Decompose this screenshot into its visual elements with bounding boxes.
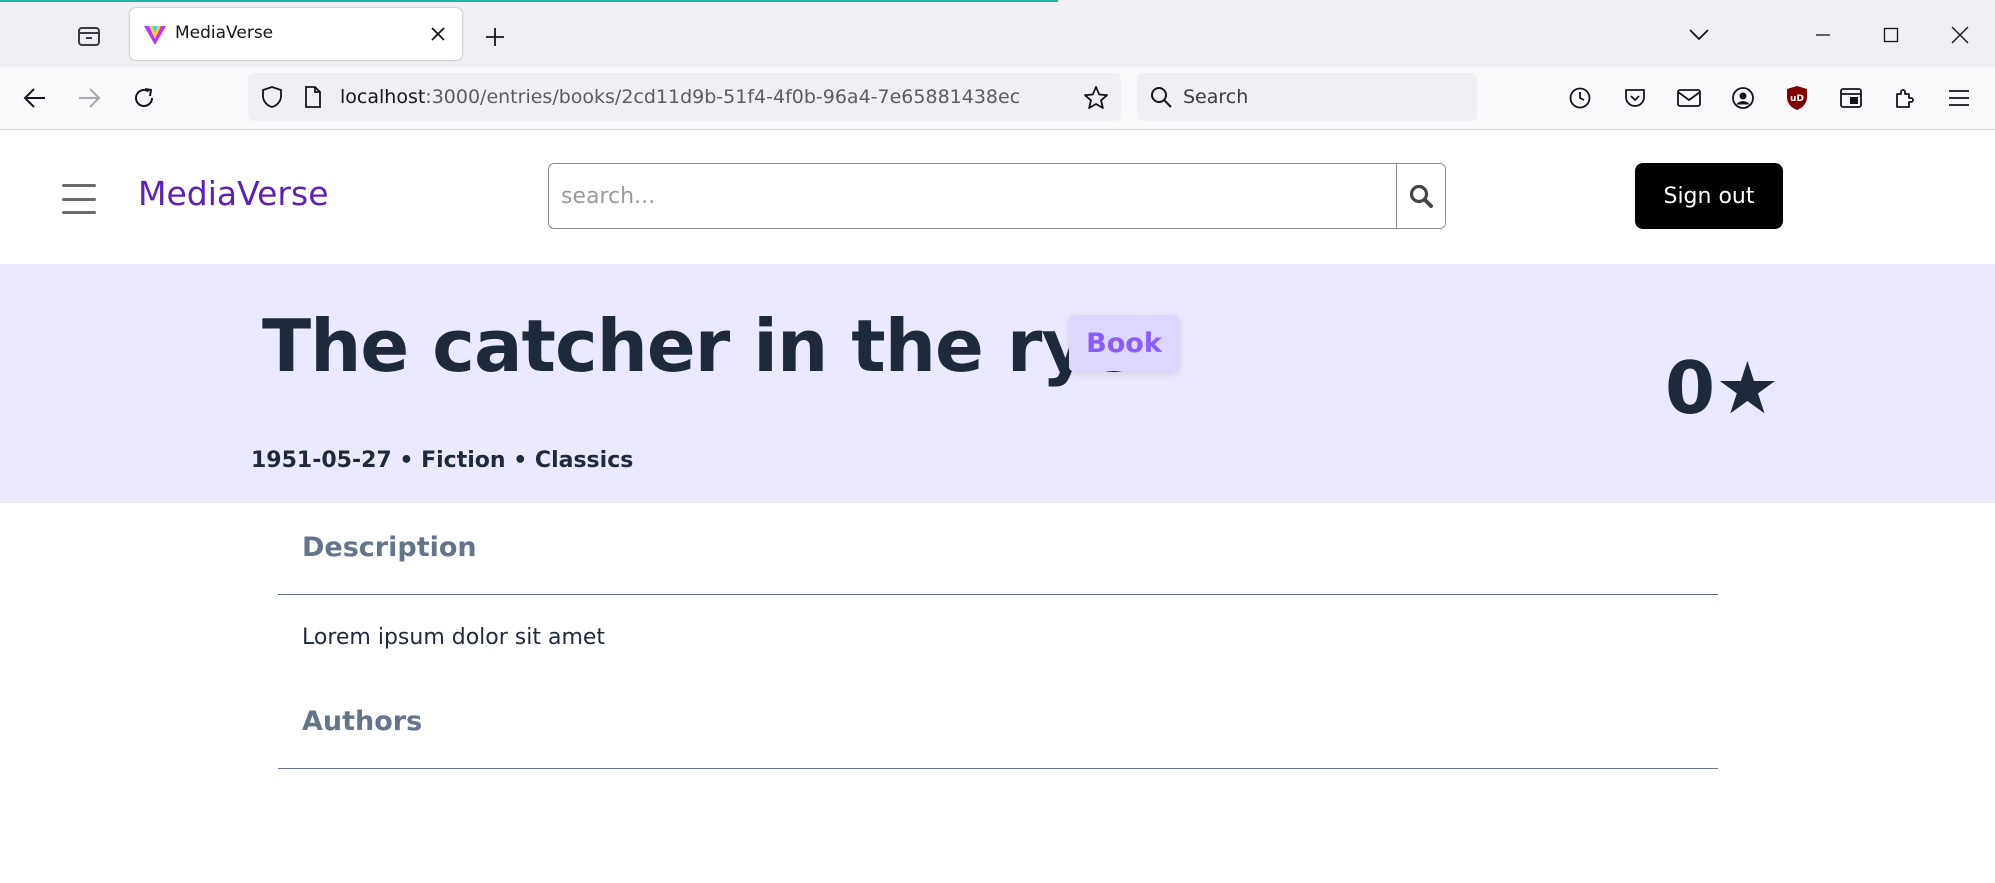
list-all-tabs-button[interactable] — [1684, 22, 1714, 48]
forward-button[interactable] — [71, 81, 107, 115]
browser-tab-active[interactable]: MediaVerse — [130, 8, 462, 60]
puzzle-icon[interactable] — [1889, 82, 1921, 114]
chevron-down-icon — [1689, 29, 1709, 41]
history-icon[interactable] — [1564, 82, 1596, 114]
hamburger-menu-icon[interactable] — [62, 184, 98, 214]
authors-divider — [278, 768, 1718, 769]
star-icon[interactable] — [1083, 85, 1109, 115]
authors-heading: Authors — [302, 706, 423, 737]
minimize-button[interactable] — [1808, 20, 1838, 50]
maximize-icon — [1883, 27, 1899, 43]
browser-navbar: localhost:3000/entries/books/2cd11d9b-51… — [0, 67, 1995, 130]
account-icon[interactable] — [1727, 82, 1759, 114]
reload-button[interactable] — [126, 81, 162, 115]
shield-icon[interactable] — [260, 85, 284, 113]
description-text: Lorem ipsum dolor sit amet — [302, 625, 606, 650]
description-divider — [278, 594, 1718, 595]
window-close-button[interactable] — [1945, 20, 1975, 50]
browser-search-placeholder: Search — [1183, 86, 1249, 108]
url-text[interactable]: localhost:3000/entries/books/2cd11d9b-51… — [340, 86, 1020, 108]
menu-icon[interactable] — [1943, 82, 1975, 114]
reload-icon — [135, 88, 153, 107]
maximize-button[interactable] — [1876, 20, 1906, 50]
search-icon — [1150, 86, 1172, 112]
browser-search-bar[interactable]: Search — [1137, 73, 1477, 121]
url-host: localhost — [340, 86, 426, 108]
close-icon — [1951, 26, 1969, 44]
mail-icon[interactable] — [1673, 82, 1705, 114]
mediaverse-logo-icon — [143, 23, 167, 47]
entry-rating: 0★ — [1665, 346, 1780, 430]
new-tab-button[interactable] — [480, 22, 510, 52]
description-heading: Description — [302, 532, 477, 563]
back-button[interactable] — [17, 81, 53, 115]
close-icon[interactable] — [426, 22, 450, 46]
minimize-icon — [1816, 34, 1830, 36]
entry-type-badge: Book — [1069, 315, 1179, 371]
tab-title: MediaVerse — [175, 23, 274, 43]
plus-icon — [486, 28, 504, 46]
search-input[interactable] — [549, 164, 1399, 228]
page-load-progress — [0, 0, 1058, 2]
svg-text:uD: uD — [1790, 94, 1804, 104]
page-icon[interactable] — [303, 86, 323, 112]
brand-logo[interactable]: MediaVerse — [138, 174, 329, 213]
browser-tabbar: MediaVerse — [0, 0, 1995, 67]
container-icon[interactable] — [1835, 82, 1867, 114]
address-bar[interactable]: localhost:3000/entries/books/2cd11d9b-51… — [248, 73, 1121, 121]
site-header: MediaVerse Sign out — [0, 130, 1995, 264]
arrow-right-icon — [79, 88, 101, 108]
tab-overview-icon[interactable] — [74, 22, 104, 50]
search-icon — [1409, 184, 1433, 208]
sign-out-button[interactable]: Sign out — [1635, 163, 1783, 229]
search-button[interactable] — [1396, 164, 1445, 228]
arrow-left-icon — [23, 88, 45, 108]
site-search — [548, 163, 1446, 229]
entry-meta: 1951-05-27 • Fiction • Classics — [251, 448, 634, 473]
entry-title: The catcher in the rye — [262, 304, 1136, 388]
url-path: :3000/entries/books/2cd11d9b-51f4-4f0b-9… — [425, 86, 1021, 108]
pocket-icon[interactable] — [1619, 82, 1651, 114]
entry-hero: The catcher in the rye Book 0★ 1951-05-2… — [0, 264, 1995, 503]
ublock-icon[interactable]: uD — [1781, 82, 1813, 114]
